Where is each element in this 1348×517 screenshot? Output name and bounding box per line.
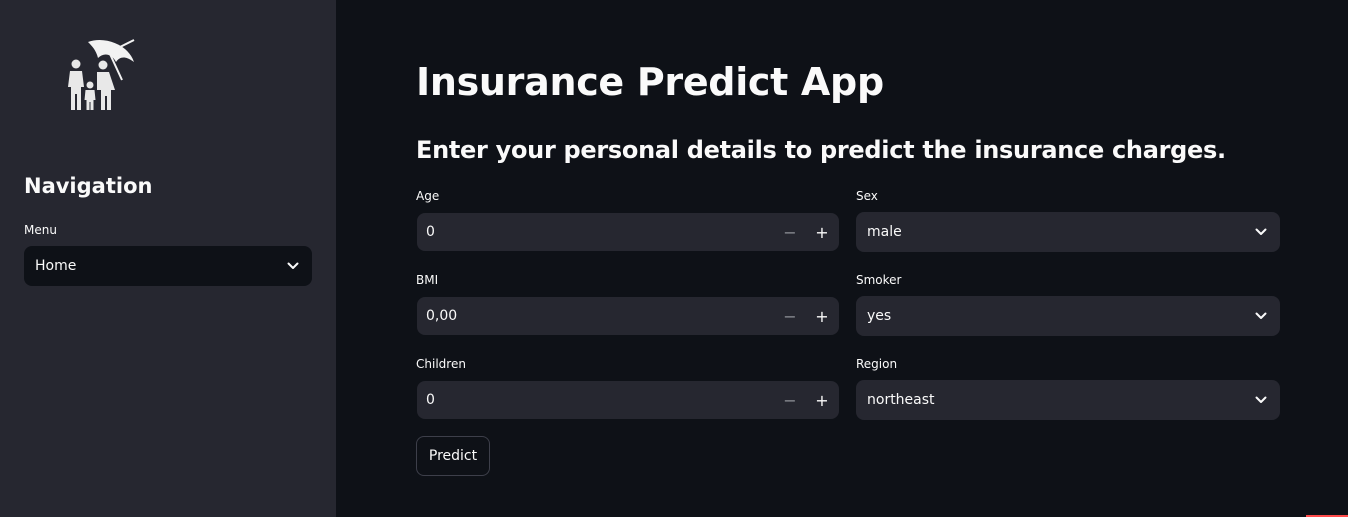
children-label: Children [416, 357, 466, 371]
age-increment-button[interactable]: + [806, 213, 838, 251]
menu-select[interactable]: Home [24, 246, 312, 286]
page-title: Insurance Predict App [416, 60, 884, 104]
children-input[interactable]: 0 − + [417, 381, 839, 419]
age-input[interactable]: 0 − + [417, 213, 839, 251]
predict-button[interactable]: Predict [416, 436, 490, 476]
smoker-select[interactable]: yes [856, 296, 1280, 336]
age-decrement-button[interactable]: − [774, 213, 806, 251]
smoker-select-value: yes [867, 308, 892, 324]
bmi-label: BMI [416, 273, 439, 287]
children-increment-button[interactable]: + [806, 381, 838, 419]
region-select-value: northeast [867, 392, 935, 408]
bmi-increment-button[interactable]: + [806, 297, 838, 335]
sex-label: Sex [856, 189, 878, 203]
chevron-down-icon [287, 262, 299, 269]
smoker-label: Smoker [856, 273, 902, 287]
sex-select[interactable]: male [856, 212, 1280, 252]
region-label: Region [856, 357, 898, 371]
age-label: Age [416, 189, 440, 203]
bmi-value[interactable]: 0,00 [417, 308, 774, 324]
family-umbrella-icon [68, 39, 135, 110]
chevron-down-icon [1255, 228, 1267, 235]
chevron-down-icon [1255, 396, 1267, 403]
menu-label: Menu [24, 223, 57, 237]
age-value[interactable]: 0 [417, 224, 774, 240]
bmi-decrement-button[interactable]: − [774, 297, 806, 335]
page-subtitle: Enter your personal details to predict t… [416, 136, 1226, 164]
children-value[interactable]: 0 [417, 392, 774, 408]
sidebar: Navigation Menu Home [0, 0, 336, 517]
bmi-input[interactable]: 0,00 − + [417, 297, 839, 335]
app-root: Navigation Menu Home Insurance Predict A… [0, 0, 1348, 517]
chevron-down-icon [1255, 312, 1267, 319]
children-decrement-button[interactable]: − [774, 381, 806, 419]
sex-select-value: male [867, 224, 902, 240]
sidebar-title: Navigation [24, 174, 153, 198]
menu-select-value: Home [35, 258, 77, 274]
region-select[interactable]: northeast [856, 380, 1280, 420]
